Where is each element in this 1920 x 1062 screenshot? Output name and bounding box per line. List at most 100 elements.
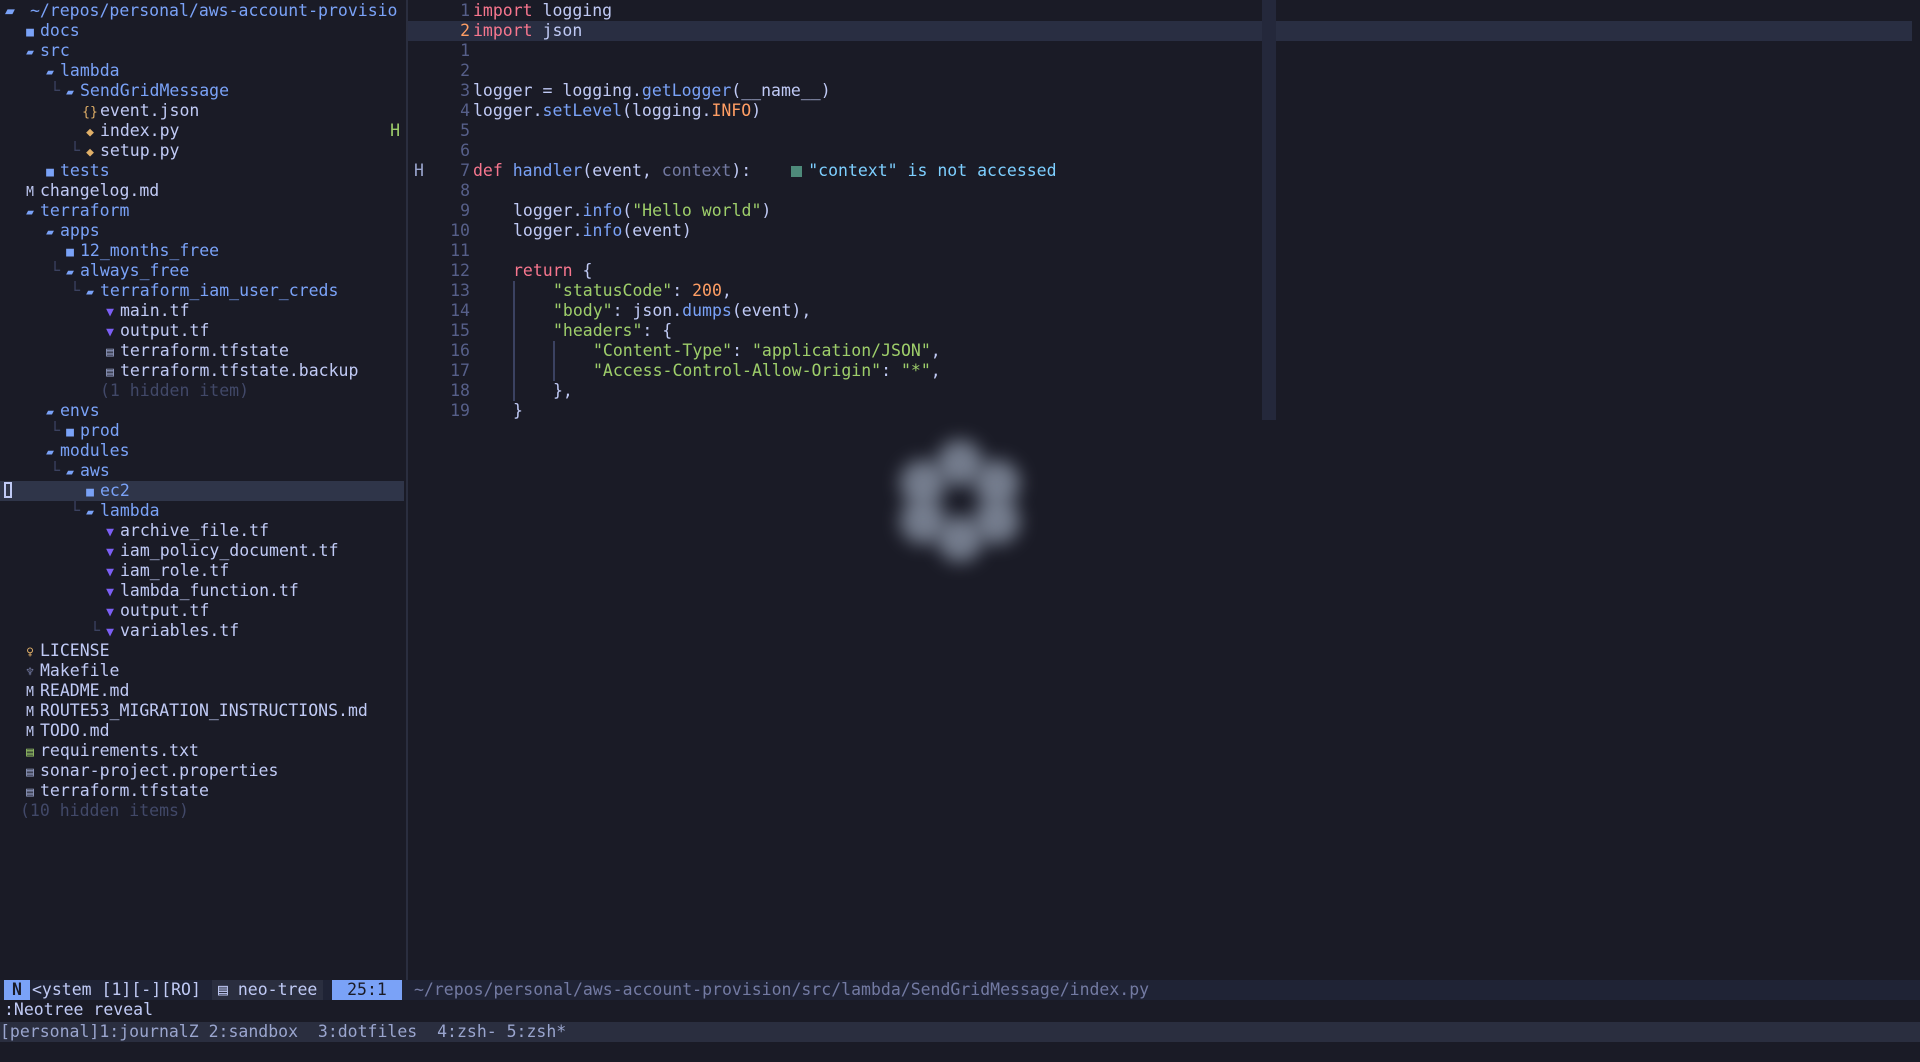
line-number: 15 [450,321,470,340]
command-line[interactable]: :Neotree reveal [4,1000,153,1020]
indent-guide: └ [50,81,60,100]
folder-open-icon: ▰ [66,85,74,100]
code-line[interactable]: 2 import json [408,21,1912,41]
tree-folder[interactable]: ▰ src [0,41,404,61]
tree-file[interactable]: ◆ index.py H [0,121,404,141]
tree-file[interactable]: ▤ terraform.tfstate [0,341,404,361]
terraform-icon: ▼ [106,585,114,600]
tree-file[interactable]: ▤ requirements.txt [0,741,404,761]
tree-folder[interactable]: ■ docs [0,21,404,41]
tree-folder[interactable]: ■ 12_months_free [0,241,404,261]
code-line[interactable]: 11 [408,241,1912,261]
markdown-icon: M [26,685,34,700]
code-editor[interactable]: 1 import logging 2 import json 1 2 3 logger = l… [408,0,1920,980]
status-line: N <ystem [1][-][RO] ▤ neo-tree 25:1 ~/re… [0,980,1920,1000]
folder-open-icon: ▰ [86,505,94,520]
tree-file[interactable]: ▼ iam_role.tf [0,561,404,581]
tree-file[interactable]: ♆ Makefile [0,661,404,681]
tree-file[interactable]: ▤ terraform.tfstate [0,781,404,801]
tree-folder[interactable]: └ ▰ lambda [0,501,404,521]
code-token: ): [731,161,752,180]
editor-scrollbar[interactable] [1262,0,1276,420]
code-line[interactable]: 17 "Access-Control-Allow-Origin": "*", [408,361,1912,381]
code-token: import [473,1,533,20]
code-line[interactable]: 5 [408,121,1912,141]
code-line[interactable]: 3 logger = logging.getLogger(__name__) [408,81,1912,101]
code-token: context [661,161,732,180]
tree-item-label: event.json [100,101,200,120]
tree-folder[interactable]: └ ▰ SendGridMessage [0,81,404,101]
tree-hidden-items[interactable]: (10 hidden items) [0,801,404,821]
cursor-position: 25:1 [332,980,402,1000]
tree-folder[interactable]: ▰ lambda [0,61,404,81]
code-token: "body" [553,301,613,320]
code-line[interactable]: 4 logger.setLevel(logging.INFO) [408,101,1912,121]
folder-open-icon: ▰ [46,225,54,240]
folder-open-icon: ▰ [66,465,74,480]
tree-folder[interactable]: ▰ apps [0,221,404,241]
code-token: ( [622,201,633,220]
code-line[interactable]: 18}, [408,381,1912,401]
code-line[interactable]: 1 [408,41,1912,61]
tree-file[interactable]: ▼ lambda_function.tf [0,581,404,601]
code-line[interactable]: 15 "headers": { [408,321,1912,341]
indent-guide: └ [50,261,60,280]
code-line[interactable]: 10 logger.info(event) [408,221,1912,241]
tree-folder[interactable]: ▰ envs [0,401,404,421]
code-token: : [672,281,693,300]
terraform-icon: ▼ [106,625,114,640]
tree-file[interactable]: M TODO.md [0,721,404,741]
code-line[interactable]: 9 logger.info("Hello world") [408,201,1912,221]
tree-file[interactable]: ▼ main.tf [0,301,404,321]
code-line[interactable]: 8 [408,181,1912,201]
code-token: json [542,21,583,40]
tree-item-label: envs [60,401,100,420]
tree-folder[interactable]: ▰ terraform [0,201,404,221]
tree-file[interactable]: ♀ LICENSE [0,641,404,661]
code-line[interactable]: 13 "statusCode": 200, [408,281,1912,301]
tree-folder[interactable]: ■ tests [0,161,404,181]
tree-file[interactable]: M README.md [0,681,404,701]
code-token: setLevel [542,101,623,120]
tree-file[interactable]: ▼ archive_file.tf [0,521,404,541]
line-number: 18 [450,381,470,400]
diagnostic-message: "context" is not accessed [791,161,1057,180]
code-line[interactable]: 12 return { [408,261,1912,281]
code-token: import [473,21,533,40]
code-text: def handler(event, context): "context" is… [473,161,1057,181]
tree-file[interactable]: └ ◆ setup.py [0,141,404,161]
tree-folder[interactable]: └ ▰ always_free [0,261,404,281]
tree-folder[interactable]: └ ▰ aws [0,461,404,481]
tree-root-path: ~/repos/personal/aws-account-provisio [29,1,398,20]
tree-hidden-items[interactable]: (1 hidden item) [0,381,404,401]
tree-file[interactable]: ▼ output.tf [0,601,404,621]
tmux-status-bar[interactable]: [personal]1:journalZ 2:sandbox 3:dotfile… [0,1022,1920,1042]
tree-file[interactable]: ▼ output.tf [0,321,404,341]
tree-root[interactable]: ▰ ~/repos/personal/aws-account-provisio [0,1,404,21]
code-token: "statusCode" [553,281,673,300]
markdown-icon: M [26,705,34,720]
tree-file[interactable]: ▤ sonar-project.properties [0,761,404,781]
tree-file[interactable]: {} event.json [0,101,404,121]
file-explorer[interactable]: ▰ ~/repos/personal/aws-account-provisio … [0,0,406,980]
code-line[interactable]: 16 "Content-Type": "application/JSON", [408,341,1912,361]
tree-file[interactable]: ▤ terraform.tfstate.backup [0,361,404,381]
code-line[interactable]: H 7 def handler(event, context): "context" … [408,161,1912,181]
tree-folder[interactable]: ▰ modules [0,441,404,461]
tree-folder[interactable]: └ ▰ terraform_iam_user_creds [0,281,404,301]
code-line[interactable]: 19} [408,401,1912,421]
tree-folder[interactable]: └ ■ prod [0,421,404,441]
tree-file[interactable]: └ ▼ variables.tf [0,621,404,641]
tree-item-label: (10 hidden items) [20,801,189,820]
code-token: 200 [692,281,722,300]
tree-file[interactable]: M ROUTE53_MIGRATION_INSTRUCTIONS.md [0,701,404,721]
tree-file[interactable]: ▼ iam_policy_document.tf [0,541,404,561]
tree-file[interactable]: Mchangelog.md [0,181,404,201]
code-line[interactable]: 6 [408,141,1912,161]
code-line[interactable]: 14 "body": json.dumps(event), [408,301,1912,321]
tree-folder[interactable]: ■ ec2 [0,481,404,501]
code-line[interactable]: 2 [408,61,1912,81]
file-icon: ▤ [26,765,34,780]
tree-item-label: index.py [100,121,180,140]
code-line[interactable]: 1 import logging [408,1,1912,21]
